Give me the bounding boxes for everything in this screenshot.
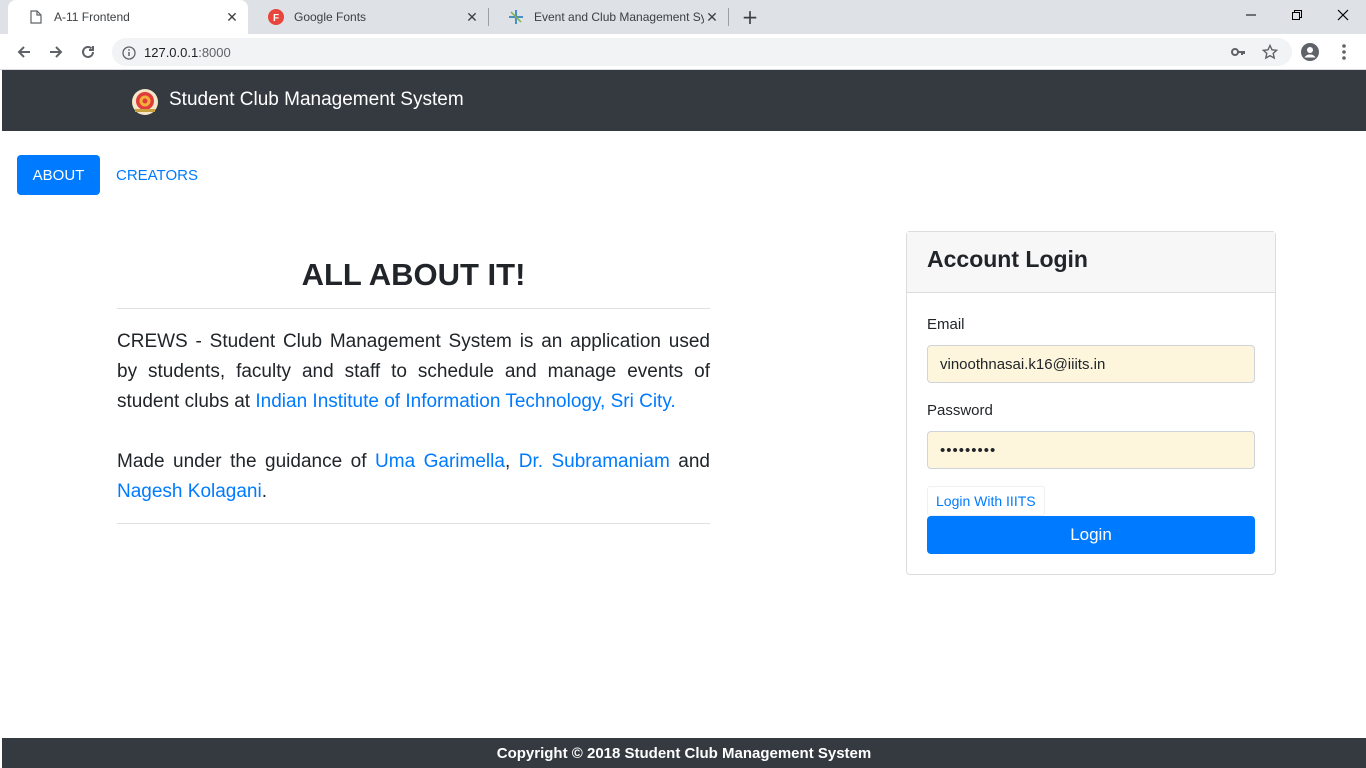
password-label: Password [927,402,993,419]
tab-google-fonts[interactable]: F Google Fonts ✕ [248,0,488,34]
svg-text:F: F [273,13,279,24]
site-navbar: Student Club Management System [2,70,1366,131]
profile-icon[interactable] [1298,40,1322,64]
close-tab-icon[interactable]: ✕ [704,9,720,25]
site-brand[interactable]: Student Club Management System [169,89,464,111]
info-icon[interactable] [122,45,136,60]
iiits-link[interactable]: Indian Institute of Information Technolo… [255,391,675,412]
email-field[interactable]: vinoothnasai.k16@iiits.in [927,345,1255,383]
login-button[interactable]: Login [927,516,1255,554]
url-text: 127.0.0.1:8000 [144,45,231,60]
divider [117,523,710,524]
web-page: Student Club Management System ABOUT CRE… [2,70,1366,768]
reload-icon[interactable] [74,38,102,66]
bookmark-star-icon[interactable] [1261,43,1279,60]
close-tab-icon[interactable]: ✕ [464,9,480,25]
about-guidance: Made under the guidance of Uma Garimella… [117,451,710,502]
page-icon [28,9,44,25]
close-tab-icon[interactable]: ✕ [224,9,240,25]
menu-dots-icon[interactable] [1332,40,1356,64]
about-section: ALL ABOUT IT! CREWS - Student Club Manag… [117,253,710,524]
tab-title: Google Fonts [294,10,367,24]
address-bar[interactable]: 127.0.0.1:8000 [112,38,1292,66]
login-card: Account Login Email vinoothnasai.k16@iii… [906,231,1276,575]
back-icon[interactable] [10,38,38,66]
restore-icon[interactable] [1274,0,1320,30]
tab-a11-frontend[interactable]: A-11 Frontend ✕ [8,0,248,34]
about-heading: ALL ABOUT IT! [301,257,526,292]
app-icon [508,9,524,25]
site-footer: Copyright © 2018 Student Club Management… [2,738,1366,768]
dr-subramaniam-link[interactable]: Dr. Subramaniam [519,451,670,472]
tab-about[interactable]: ABOUT [17,155,100,195]
forward-icon[interactable] [42,38,70,66]
new-tab-icon[interactable]: + [738,5,762,29]
uma-garimella-link[interactable]: Uma Garimella [375,451,505,472]
tab-title: A-11 Frontend [54,10,130,24]
login-card-title: Account Login [907,232,1275,293]
divider [117,308,710,309]
password-field[interactable]: ••••••••• [927,431,1255,469]
tab-separator [728,8,729,26]
tab-creators[interactable]: CREATORS [112,155,202,195]
key-icon[interactable] [1230,44,1246,60]
browser-tab-bar: A-11 Frontend ✕ F Google Fonts ✕ Event a… [0,0,1366,34]
email-label: Email [927,316,965,333]
about-description: CREWS - Student Club Management System i… [117,331,710,412]
nagesh-kolagani-link[interactable]: Nagesh Kolagani [117,481,262,502]
tab-title: Event and Club Management Sys [534,10,704,24]
minimize-icon[interactable] [1228,0,1274,30]
close-window-icon[interactable] [1320,0,1366,30]
google-fonts-icon: F [268,9,284,25]
browser-toolbar: 127.0.0.1:8000 [0,34,1366,70]
tab-event-club[interactable]: Event and Club Management Sys ✕ [488,0,728,34]
login-with-iiits-link[interactable]: Login With IIITS [927,486,1045,516]
iiits-logo[interactable] [130,87,160,117]
